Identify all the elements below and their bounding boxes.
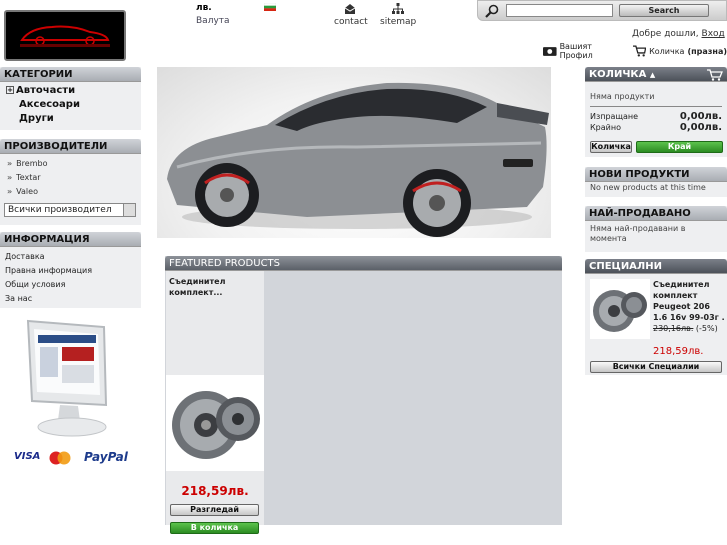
featured-product-card: Съединител комплект... 218,59лв. Разглед… xyxy=(166,271,264,534)
clutch-kit-icon xyxy=(172,391,260,459)
collapse-arrow-icon[interactable]: ▲ xyxy=(650,71,655,79)
sitemap-icon xyxy=(392,3,404,14)
cart-link[interactable]: Количка xyxy=(649,47,684,56)
cart-panel-header: КОЛИЧКА ▲ xyxy=(585,67,727,82)
category-item[interactable]: Аксесоари xyxy=(0,98,141,112)
expand-icon[interactable]: + xyxy=(6,86,14,94)
dropdown-arrow-icon xyxy=(123,204,135,216)
checkout-button[interactable]: Край xyxy=(636,141,723,153)
search-input[interactable] xyxy=(506,4,613,17)
clutch-kit-icon xyxy=(593,290,647,332)
add-to-cart-button[interactable]: В количка xyxy=(170,522,259,534)
category-item[interactable]: + Авточасти xyxy=(0,84,141,98)
currency-code[interactable]: лв. xyxy=(196,3,212,13)
categories-title: КАТЕГОРИИ xyxy=(0,67,141,82)
information-panel: ИНФОРМАЦИЯ Доставка Правна информация Об… xyxy=(0,232,141,308)
product-image[interactable] xyxy=(166,375,264,471)
account-bar: Вашият Профил Количка (празна) xyxy=(543,42,727,60)
all-specials-button[interactable]: Всички Специалии xyxy=(590,361,722,373)
view-button[interactable]: Разгледай xyxy=(170,504,259,516)
old-price: 230,16лв. xyxy=(653,324,694,333)
search-button[interactable]: Search xyxy=(619,4,709,17)
cart-icon xyxy=(707,69,723,81)
welcome-text: Добре дошли, Вход xyxy=(632,29,725,39)
sitemap-link[interactable]: sitemap xyxy=(380,3,416,27)
manufacturers-title: ПРОИЗВОДИТЕЛИ xyxy=(0,139,141,154)
monitor-illustration-icon xyxy=(26,319,108,437)
profile-link[interactable]: Вашият Профил xyxy=(560,42,626,60)
manufacturer-item[interactable]: » Brembo xyxy=(0,157,141,171)
car-banner-icon xyxy=(167,82,549,237)
manufacturer-item[interactable]: » Valeo xyxy=(0,185,141,199)
car-logo-icon xyxy=(20,25,110,47)
manufacturer-item[interactable]: » Textar xyxy=(0,171,141,185)
new-products-text: No new products at this time xyxy=(590,183,706,192)
currency-label: Валута xyxy=(196,16,230,26)
bestsellers-panel: НАЙ-ПРОДАВАНО Няма най-продавани в момен… xyxy=(585,206,727,252)
double-chevron-icon: » xyxy=(7,187,13,196)
cart-icon xyxy=(632,45,646,57)
paypal-logo: PayPal xyxy=(84,450,128,464)
search-bar: Search xyxy=(477,0,727,21)
divider xyxy=(590,106,722,107)
double-chevron-icon: » xyxy=(7,159,13,168)
specials-title: СПЕЦИАЛНИ xyxy=(585,259,727,274)
visa-logo: VISA xyxy=(14,451,41,462)
info-link[interactable]: Общи условия xyxy=(0,278,141,292)
special-product-name[interactable]: Съединител комплект Peugeot 206 1.6 16v … xyxy=(653,279,725,323)
manufacturers-panel: ПРОИЗВОДИТЕЛИ » Brembo » Textar » Valeo Вси… xyxy=(0,139,141,225)
discount-text: (-5%) xyxy=(695,324,718,333)
cart-button[interactable]: Количка xyxy=(590,141,632,153)
profile-icon xyxy=(543,47,557,56)
shipping-row: Изпращане 0,00лв. xyxy=(590,111,722,122)
contact-label: contact xyxy=(334,17,368,27)
bestsellers-title: НАЙ-ПРОДАВАНО xyxy=(585,206,727,221)
welcome-label: Добре дошли, xyxy=(632,29,699,39)
manufacturer-select[interactable]: Всички производител xyxy=(4,203,136,217)
bestsellers-text: Няма най-продавани в момента xyxy=(590,224,686,243)
site-logo[interactable] xyxy=(4,10,126,61)
cart-panel-title: КОЛИЧКА xyxy=(589,69,647,80)
contact-link[interactable]: contact xyxy=(334,3,368,27)
info-link[interactable]: Правна информация xyxy=(0,264,141,278)
login-link[interactable]: Вход xyxy=(702,29,725,39)
bulgarian-flag-icon[interactable] xyxy=(264,3,276,11)
information-title: ИНФОРМАЦИЯ xyxy=(0,232,141,247)
special-new-price: 218,59лв. xyxy=(653,346,704,357)
categories-panel: КАТЕГОРИИ + Авточасти Аксесоари Други xyxy=(0,67,141,130)
specials-panel: СПЕЦИАЛНИ Съединител комплект Peugeot 20… xyxy=(585,259,727,375)
info-link[interactable]: За нас xyxy=(0,292,141,306)
double-chevron-icon: » xyxy=(7,173,13,182)
cart-status: (празна) xyxy=(687,46,727,56)
info-link[interactable]: Доставка xyxy=(0,250,141,264)
special-product-image[interactable] xyxy=(590,279,650,339)
sitemap-label: sitemap xyxy=(380,17,417,27)
mastercard-logo-icon xyxy=(49,451,71,465)
featured-title: FEATURED PRODUCTS xyxy=(165,256,562,271)
cart-panel: КОЛИЧКА ▲ Няма продукти Изпращане 0,00лв.… xyxy=(585,67,727,157)
new-products-title: НОВИ ПРОДУКТИ xyxy=(585,167,727,182)
product-name-link[interactable]: Съединител комплект... xyxy=(166,271,264,303)
category-item[interactable]: Други xyxy=(0,112,141,126)
hero-banner[interactable] xyxy=(157,67,551,238)
search-icon[interactable] xyxy=(485,4,499,18)
product-price: 218,59лв. xyxy=(181,484,249,498)
special-price-block: 230,16лв. (-5%) xyxy=(653,323,725,334)
cart-empty-text: Няма продукти xyxy=(590,92,655,101)
featured-products-panel: FEATURED PRODUCTS Съединител комплект...… xyxy=(165,256,562,534)
envelope-icon xyxy=(344,4,356,14)
total-row: Крайно 0,00лв. xyxy=(590,122,722,133)
new-products-panel: НОВИ ПРОДУКТИ No new products at this ti… xyxy=(585,167,727,197)
